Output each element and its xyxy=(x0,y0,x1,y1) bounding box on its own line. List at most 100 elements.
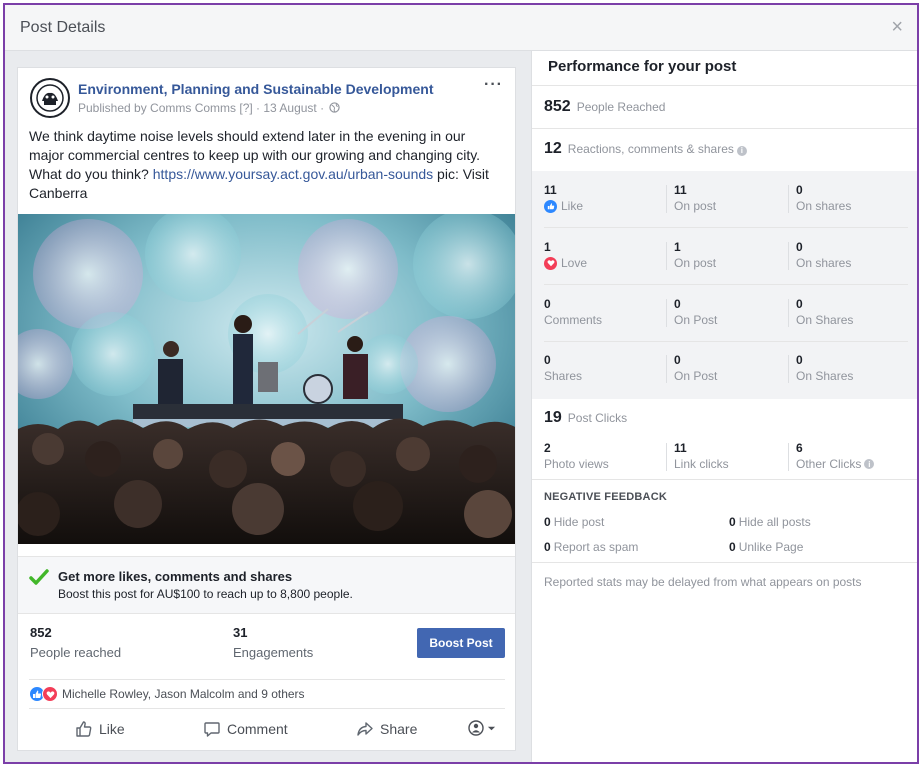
like-label: Like xyxy=(99,721,125,737)
info-icon[interactable]: i xyxy=(864,459,875,469)
hide-all-posts-stat: 0 Hide all posts xyxy=(729,515,811,529)
like-on-post-value: 11 xyxy=(674,183,687,197)
share-label: Share xyxy=(380,721,418,737)
comment-label: Comment xyxy=(227,721,288,737)
unlike-page-label: Unlike Page xyxy=(738,540,804,554)
like-on-shares-label: On shares xyxy=(796,199,852,213)
comments-on-post-label: On Post xyxy=(674,313,718,327)
post-link[interactable]: https://www.yoursay.act.gov.au/urban-sou… xyxy=(153,166,433,182)
post-text: We think daytime noise levels should ext… xyxy=(29,127,499,203)
post-photo[interactable] xyxy=(18,214,515,544)
boost-promo: Get more likes, comments and shares Boos… xyxy=(18,556,515,614)
shares-on-shares-label: On Shares xyxy=(796,369,854,383)
love-total-value: 1 xyxy=(544,240,551,254)
love-on-shares-label: On shares xyxy=(796,256,852,270)
love-icon xyxy=(544,256,557,270)
chevron-down-icon xyxy=(487,726,496,730)
post-clicks-count: 19 xyxy=(544,409,562,426)
divider xyxy=(544,284,908,285)
page-name-link[interactable]: Environment, Planning and Sustainable De… xyxy=(78,81,434,97)
column-divider xyxy=(666,355,667,383)
reactions-caption: Reactions, comments & shares xyxy=(567,142,734,156)
other-clicks-value: 6 xyxy=(796,441,803,455)
unlike-page-stat: 0 Unlike Page xyxy=(729,540,803,554)
comments-total: 0 Comments xyxy=(544,297,602,327)
love-on-shares: 0 On shares xyxy=(796,240,851,270)
reactions-breakdown: 11 Like 11 On post 0 On shares 1 Love 1 … xyxy=(532,171,917,399)
shares-on-post-label: On Post xyxy=(674,369,718,383)
engagements-stat: 31 Engagements xyxy=(233,625,313,660)
reactors-names[interactable]: Michelle Rowley, Jason Malcolm and 9 oth… xyxy=(62,687,305,701)
info-icon[interactable]: i xyxy=(736,145,747,156)
love-on-post-value: 1 xyxy=(674,240,681,254)
column-divider xyxy=(666,242,667,270)
performance-title: Performance for your post xyxy=(548,58,737,75)
other-clicks-label: Other Clicks i xyxy=(796,457,875,471)
published-by-text: Published by Comms Comms [?] · 13 August… xyxy=(78,101,325,115)
link-clicks-label: Link clicks xyxy=(674,457,729,471)
column-divider xyxy=(788,185,789,213)
hide-post-value: 0 xyxy=(544,515,551,529)
column-divider xyxy=(788,355,789,383)
column-divider xyxy=(666,185,667,213)
shares-total-label: Shares xyxy=(544,369,583,383)
post-clicks-summary: 19 Post Clicks xyxy=(544,409,627,427)
column-divider xyxy=(788,299,789,327)
report-spam-label: Report as spam xyxy=(553,540,639,554)
more-options-icon[interactable]: ··· xyxy=(484,76,503,94)
post-preview-pane: Environment, Planning and Sustainable De… xyxy=(5,51,531,762)
like-on-post: 11 On post xyxy=(674,183,716,213)
people-reached-count: 852 xyxy=(544,98,571,115)
dialog-header: Post Details × xyxy=(5,5,917,51)
close-icon[interactable]: × xyxy=(891,16,903,39)
like-label-text: Like xyxy=(561,199,584,213)
hide-post-stat: 0 Hide post xyxy=(544,515,604,529)
reactions-count: 12 xyxy=(544,140,562,157)
post-clicks-caption: Post Clicks xyxy=(567,411,628,425)
photo-views-stat: 2 Photo views xyxy=(544,441,609,471)
boost-promo-subtitle: Boost this post for AU$100 to reach up t… xyxy=(58,587,353,601)
globe-icon xyxy=(329,102,341,113)
like-total-label: Like xyxy=(544,199,583,213)
comments-on-shares-label: On Shares xyxy=(796,313,854,327)
column-divider xyxy=(666,443,667,471)
divider xyxy=(532,85,917,86)
reaction-settings-dropdown[interactable] xyxy=(468,720,496,736)
share-button[interactable]: Share xyxy=(356,720,417,738)
shares-on-post: 0 On Post xyxy=(674,353,717,383)
comment-button[interactable]: Comment xyxy=(203,720,288,738)
stats-delay-note: Reported stats may be delayed from what … xyxy=(544,575,862,589)
like-total: 11 Like xyxy=(544,183,583,213)
reactions-summary-stat: 12 Reactions, comments & shares i xyxy=(544,140,747,158)
engagements-label: Engagements xyxy=(233,645,314,660)
post-meta: Published by Comms Comms [?] · 13 August… xyxy=(78,101,341,115)
column-divider xyxy=(666,299,667,327)
like-on-post-label: On post xyxy=(674,199,717,213)
like-button[interactable]: Like xyxy=(75,720,125,738)
boost-promo-title: Get more likes, comments and shares xyxy=(58,569,293,584)
other-clicks-label-text: Other Clicks xyxy=(796,457,862,471)
boost-post-button[interactable]: Boost Post xyxy=(417,628,505,658)
shares-on-shares-value: 0 xyxy=(796,353,803,367)
performance-pane: Performance for your post 852 People Rea… xyxy=(531,51,917,762)
report-spam-stat: 0 Report as spam xyxy=(544,540,638,554)
comments-on-shares: 0 On Shares xyxy=(796,297,853,327)
people-reached-label: People reached xyxy=(30,645,122,660)
dialog-title: Post Details xyxy=(20,19,106,36)
divider xyxy=(544,341,908,342)
audience-selector-icon xyxy=(468,720,484,736)
page-logo-icon[interactable] xyxy=(30,78,70,118)
comments-on-shares-value: 0 xyxy=(796,297,803,311)
hide-post-label: Hide post xyxy=(553,515,605,529)
share-icon xyxy=(357,722,373,736)
link-clicks-value: 11 xyxy=(674,441,687,455)
thumbs-up-icon xyxy=(76,721,92,737)
column-divider xyxy=(788,443,789,471)
divider xyxy=(532,479,917,480)
people-reached-stat: 852 People reached xyxy=(30,625,121,660)
divider xyxy=(532,562,917,563)
comments-total-value: 0 xyxy=(544,297,551,311)
love-total-label: Love xyxy=(544,256,587,270)
love-on-shares-value: 0 xyxy=(796,240,803,254)
people-reached-value: 852 xyxy=(30,625,52,640)
